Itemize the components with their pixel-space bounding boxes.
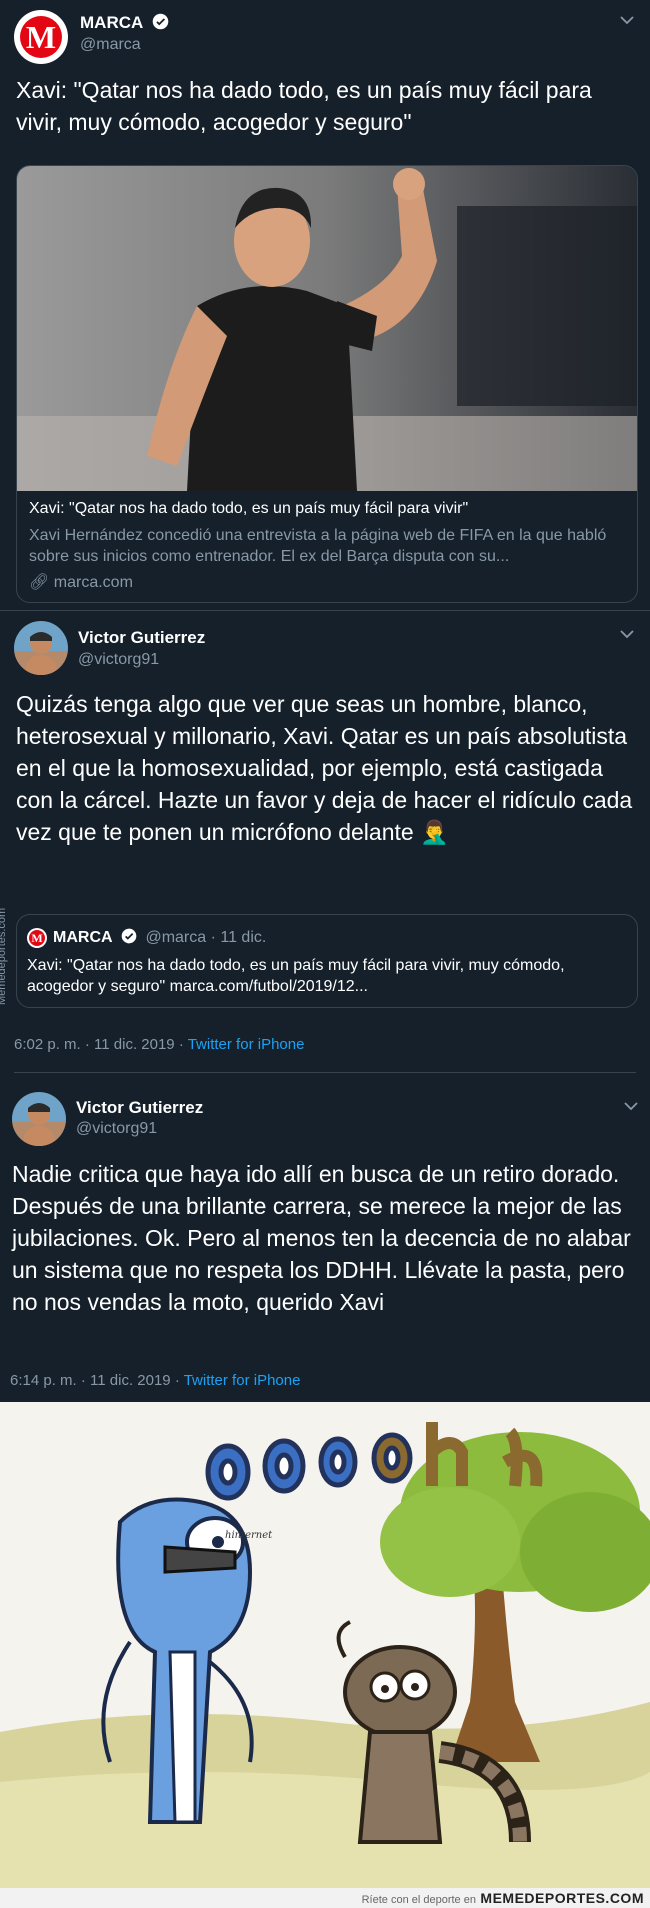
article-photo <box>17 166 637 491</box>
side-watermark: Memedeportes.com <box>0 907 8 1005</box>
footer-watermark: Ríete con el deporte en MEMEDEPORTES.COM <box>0 1888 650 1908</box>
chevron-down-icon[interactable] <box>620 12 634 28</box>
author-name[interactable]: MARCA <box>80 13 143 32</box>
quote-author-name: MARCA <box>53 929 113 946</box>
footer-brand[interactable]: MEMEDEPORTES.COM <box>480 1890 644 1906</box>
meme-image: oooohh hinternet <box>0 1402 650 1888</box>
verified-icon <box>121 928 137 944</box>
card-domain: marca.com <box>53 574 133 591</box>
source-link[interactable]: Twitter for iPhone <box>184 1372 301 1389</box>
meme-text-letters: oooohh <box>0 1402 1 1403</box>
tweet-meta: 6:14 p. m. · 11 dic. 2019 · Twitter for … <box>10 1372 300 1389</box>
author-name[interactable]: Victor Gutierrez <box>78 628 205 648</box>
author-handle[interactable]: @victorg91 <box>78 651 159 669</box>
tweet-text: Nadie critica que haya ido allí en busca… <box>12 1161 631 1315</box>
quoted-tweet[interactable]: M MARCA @marca · 11 dic. Xavi: "Qatar no… <box>16 914 638 1008</box>
source-link[interactable]: Twitter for iPhone <box>188 1036 305 1053</box>
tweet-text: Quizás tenga algo que ver que seas un ho… <box>16 691 633 845</box>
tweet-text: Xavi: "Qatar nos ha dado todo, es un paí… <box>16 77 592 135</box>
card-title: Xavi: "Qatar nos ha dado todo, es un paí… <box>29 500 469 517</box>
quote-avatar: M <box>27 928 47 948</box>
victor-avatar[interactable] <box>12 1092 66 1146</box>
quote-text: Xavi: "Qatar nos ha dado todo, es un paí… <box>27 957 565 995</box>
card-description: Xavi Hernández concedió una entrevista a… <box>29 527 607 565</box>
link-card[interactable]: Xavi: "Qatar nos ha dado todo, es un paí… <box>16 165 638 603</box>
author-handle[interactable]: @victorg91 <box>76 1120 157 1138</box>
tweet-meta: 6:02 p. m. · 11 dic. 2019 · Twitter for … <box>14 1036 304 1053</box>
divider <box>14 1072 636 1073</box>
author-name[interactable]: Victor Gutierrez <box>76 1098 203 1118</box>
footer-caption: Ríete con el deporte en <box>361 1894 476 1906</box>
marca-logo: M <box>20 16 62 58</box>
chevron-down-icon[interactable] <box>624 1098 638 1114</box>
verified-icon <box>152 13 169 30</box>
divider <box>0 610 650 611</box>
link-icon: 🔗︎ <box>29 574 50 591</box>
marca-avatar[interactable]: M <box>14 10 68 64</box>
victor-avatar[interactable] <box>14 621 68 675</box>
timestamp[interactable]: 6:02 p. m. · 11 dic. 2019 · <box>14 1036 188 1053</box>
quote-handle-date: @marca · 11 dic. <box>145 929 267 946</box>
author-handle[interactable]: @marca <box>80 36 141 54</box>
signature: hinternet <box>225 1530 273 1541</box>
timestamp[interactable]: 6:14 p. m. · 11 dic. 2019 · <box>10 1372 184 1389</box>
marca-logo: M <box>29 930 45 946</box>
chevron-down-icon[interactable] <box>620 626 634 642</box>
